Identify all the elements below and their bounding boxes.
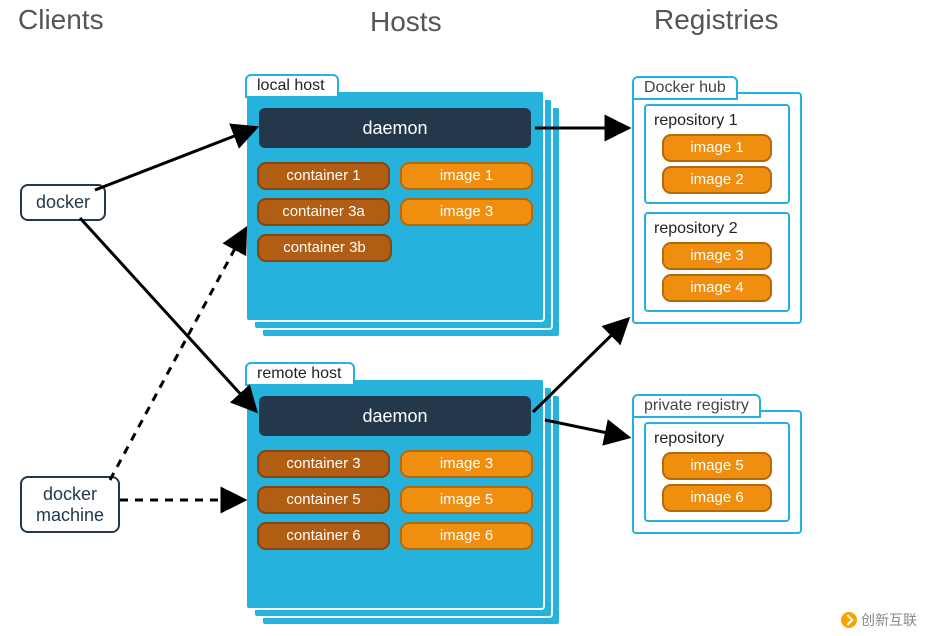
registry-hub-tab: Docker hub [632,76,738,100]
private-repo-title: repository [654,430,780,448]
private-image-5: image 5 [662,452,772,480]
client-docker-machine-line1: docker [43,484,97,504]
arrow-docker-to-remote [80,218,255,410]
watermark: 创新互联 [841,610,917,630]
hub-image-3: image 3 [662,242,772,270]
local-image-1: image 1 [400,162,533,190]
watermark-logo-icon [841,612,857,628]
arrow-docker-to-local [95,128,255,190]
registry-private: private registry repository image 5 imag… [632,410,802,534]
hub-repo-2: repository 2 image 3 image 4 [644,212,790,312]
client-docker: docker [20,184,106,221]
hub-image-1: image 1 [662,134,772,162]
title-registries: Registries [654,4,778,36]
client-docker-machine-line2: machine [36,505,104,525]
private-image-6: image 6 [662,484,772,512]
host-remote-daemon: daemon [259,396,531,436]
remote-image-3: image 3 [400,450,533,478]
hub-repo-1: repository 1 image 1 image 2 [644,104,790,204]
host-local-tab: local host [245,74,339,98]
remote-image-6: image 6 [400,522,533,550]
hub-image-2: image 2 [662,166,772,194]
local-container-3b: container 3b [257,234,392,262]
host-remote-tab: remote host [245,362,355,386]
watermark-text: 创新互联 [861,610,917,630]
title-hosts: Hosts [370,6,442,38]
local-image-3: image 3 [400,198,533,226]
host-local-daemon: daemon [259,108,531,148]
remote-container-3: container 3 [257,450,390,478]
remote-container-5: container 5 [257,486,390,514]
registry-private-tab: private registry [632,394,761,418]
registry-docker-hub: Docker hub repository 1 image 1 image 2 … [632,92,802,324]
host-remote-stack: remote host daemon container 3 image 3 c… [245,378,545,610]
host-local-stack: local host daemon container 1 image 1 co… [245,90,545,322]
local-container-1: container 1 [257,162,390,190]
private-repo: repository image 5 image 6 [644,422,790,522]
client-docker-label: docker [36,192,90,212]
title-clients: Clients [18,4,104,36]
hub-image-4: image 4 [662,274,772,302]
arrow-machine-to-local [110,230,245,480]
hub-repo-2-title: repository 2 [654,220,780,238]
hub-repo-1-title: repository 1 [654,112,780,130]
client-docker-machine: docker machine [20,476,120,533]
remote-container-6: container 6 [257,522,390,550]
local-container-3a: container 3a [257,198,390,226]
remote-image-5: image 5 [400,486,533,514]
